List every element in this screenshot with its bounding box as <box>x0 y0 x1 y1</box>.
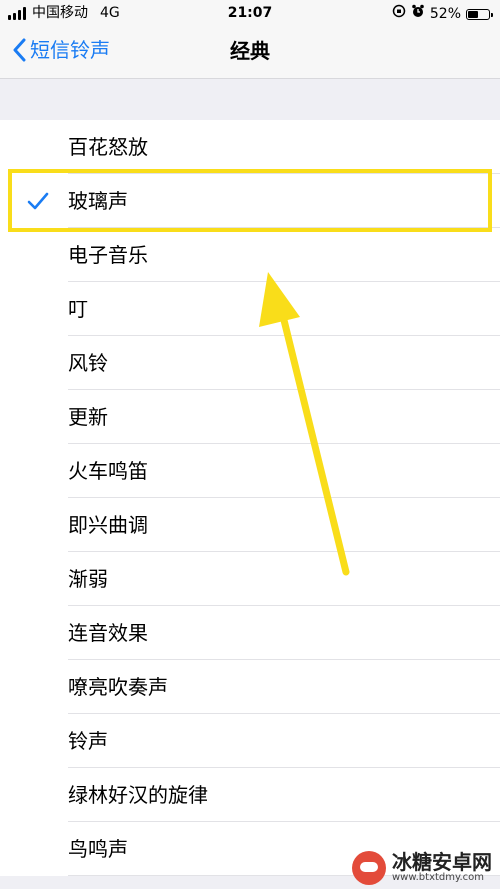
ringtone-label: 绿林好汉的旋律 <box>68 783 208 807</box>
ringtone-label: 连音效果 <box>68 621 148 645</box>
ringtone-row[interactable]: 嘹亮吹奏声 <box>0 660 500 714</box>
checkmark-icon <box>27 192 49 210</box>
ringtone-row[interactable]: 火车鸣笛 <box>0 444 500 498</box>
ringtone-label: 鸟鸣声 <box>68 837 128 861</box>
ringtone-list: 百花怒放玻璃声电子音乐叮风铃更新火车鸣笛即兴曲调渐弱连音效果嘹亮吹奏声铃声绿林好… <box>0 120 500 876</box>
watermark-url: www.btxtdmy.com <box>392 872 485 884</box>
ringtone-row[interactable]: 叮 <box>0 282 500 336</box>
status-right: 52% <box>392 4 493 24</box>
ringtone-label: 渐弱 <box>68 567 108 591</box>
ringtone-row[interactable]: 铃声 <box>0 714 500 768</box>
ringtone-label: 即兴曲调 <box>68 513 148 537</box>
ringtone-label: 火车鸣笛 <box>68 459 148 483</box>
navigation-bar: 短信铃声 经典 <box>0 26 500 79</box>
ringtone-label: 玻璃声 <box>68 189 128 213</box>
status-bar: 中国移动 4G 21:07 52% <box>0 0 500 26</box>
ringtone-label: 电子音乐 <box>68 243 148 267</box>
ringtone-label: 叮 <box>68 297 88 321</box>
watermark: 冰糖安卓网 www.btxtdmy.com <box>352 851 492 885</box>
ringtone-label: 风铃 <box>68 351 108 375</box>
ringtone-row[interactable]: 渐弱 <box>0 552 500 606</box>
ringtone-row[interactable]: 电子音乐 <box>0 228 500 282</box>
ringtone-row[interactable]: 即兴曲调 <box>0 498 500 552</box>
ringtone-label: 更新 <box>68 405 108 429</box>
ringtone-label: 百花怒放 <box>68 135 148 159</box>
battery-level-fill <box>468 10 478 18</box>
battery-icon <box>466 8 493 20</box>
section-spacer <box>0 79 500 121</box>
ringtone-label: 铃声 <box>68 729 108 753</box>
alarm-icon <box>411 4 425 24</box>
ringtone-row[interactable]: 连音效果 <box>0 606 500 660</box>
ringtone-row[interactable]: 风铃 <box>0 336 500 390</box>
rotation-lock-icon <box>392 4 406 24</box>
watermark-logo-icon <box>352 851 386 885</box>
ringtone-row[interactable]: 绿林好汉的旋律 <box>0 768 500 822</box>
ringtone-label: 嘹亮吹奏声 <box>68 675 168 699</box>
ringtone-row[interactable]: 百花怒放 <box>0 120 500 174</box>
watermark-name: 冰糖安卓网 <box>392 850 492 875</box>
page-title: 经典 <box>230 39 270 63</box>
ringtone-row[interactable]: 更新 <box>0 390 500 444</box>
battery-percent: 52% <box>429 6 461 22</box>
ringtone-row[interactable]: 玻璃声 <box>0 174 500 228</box>
